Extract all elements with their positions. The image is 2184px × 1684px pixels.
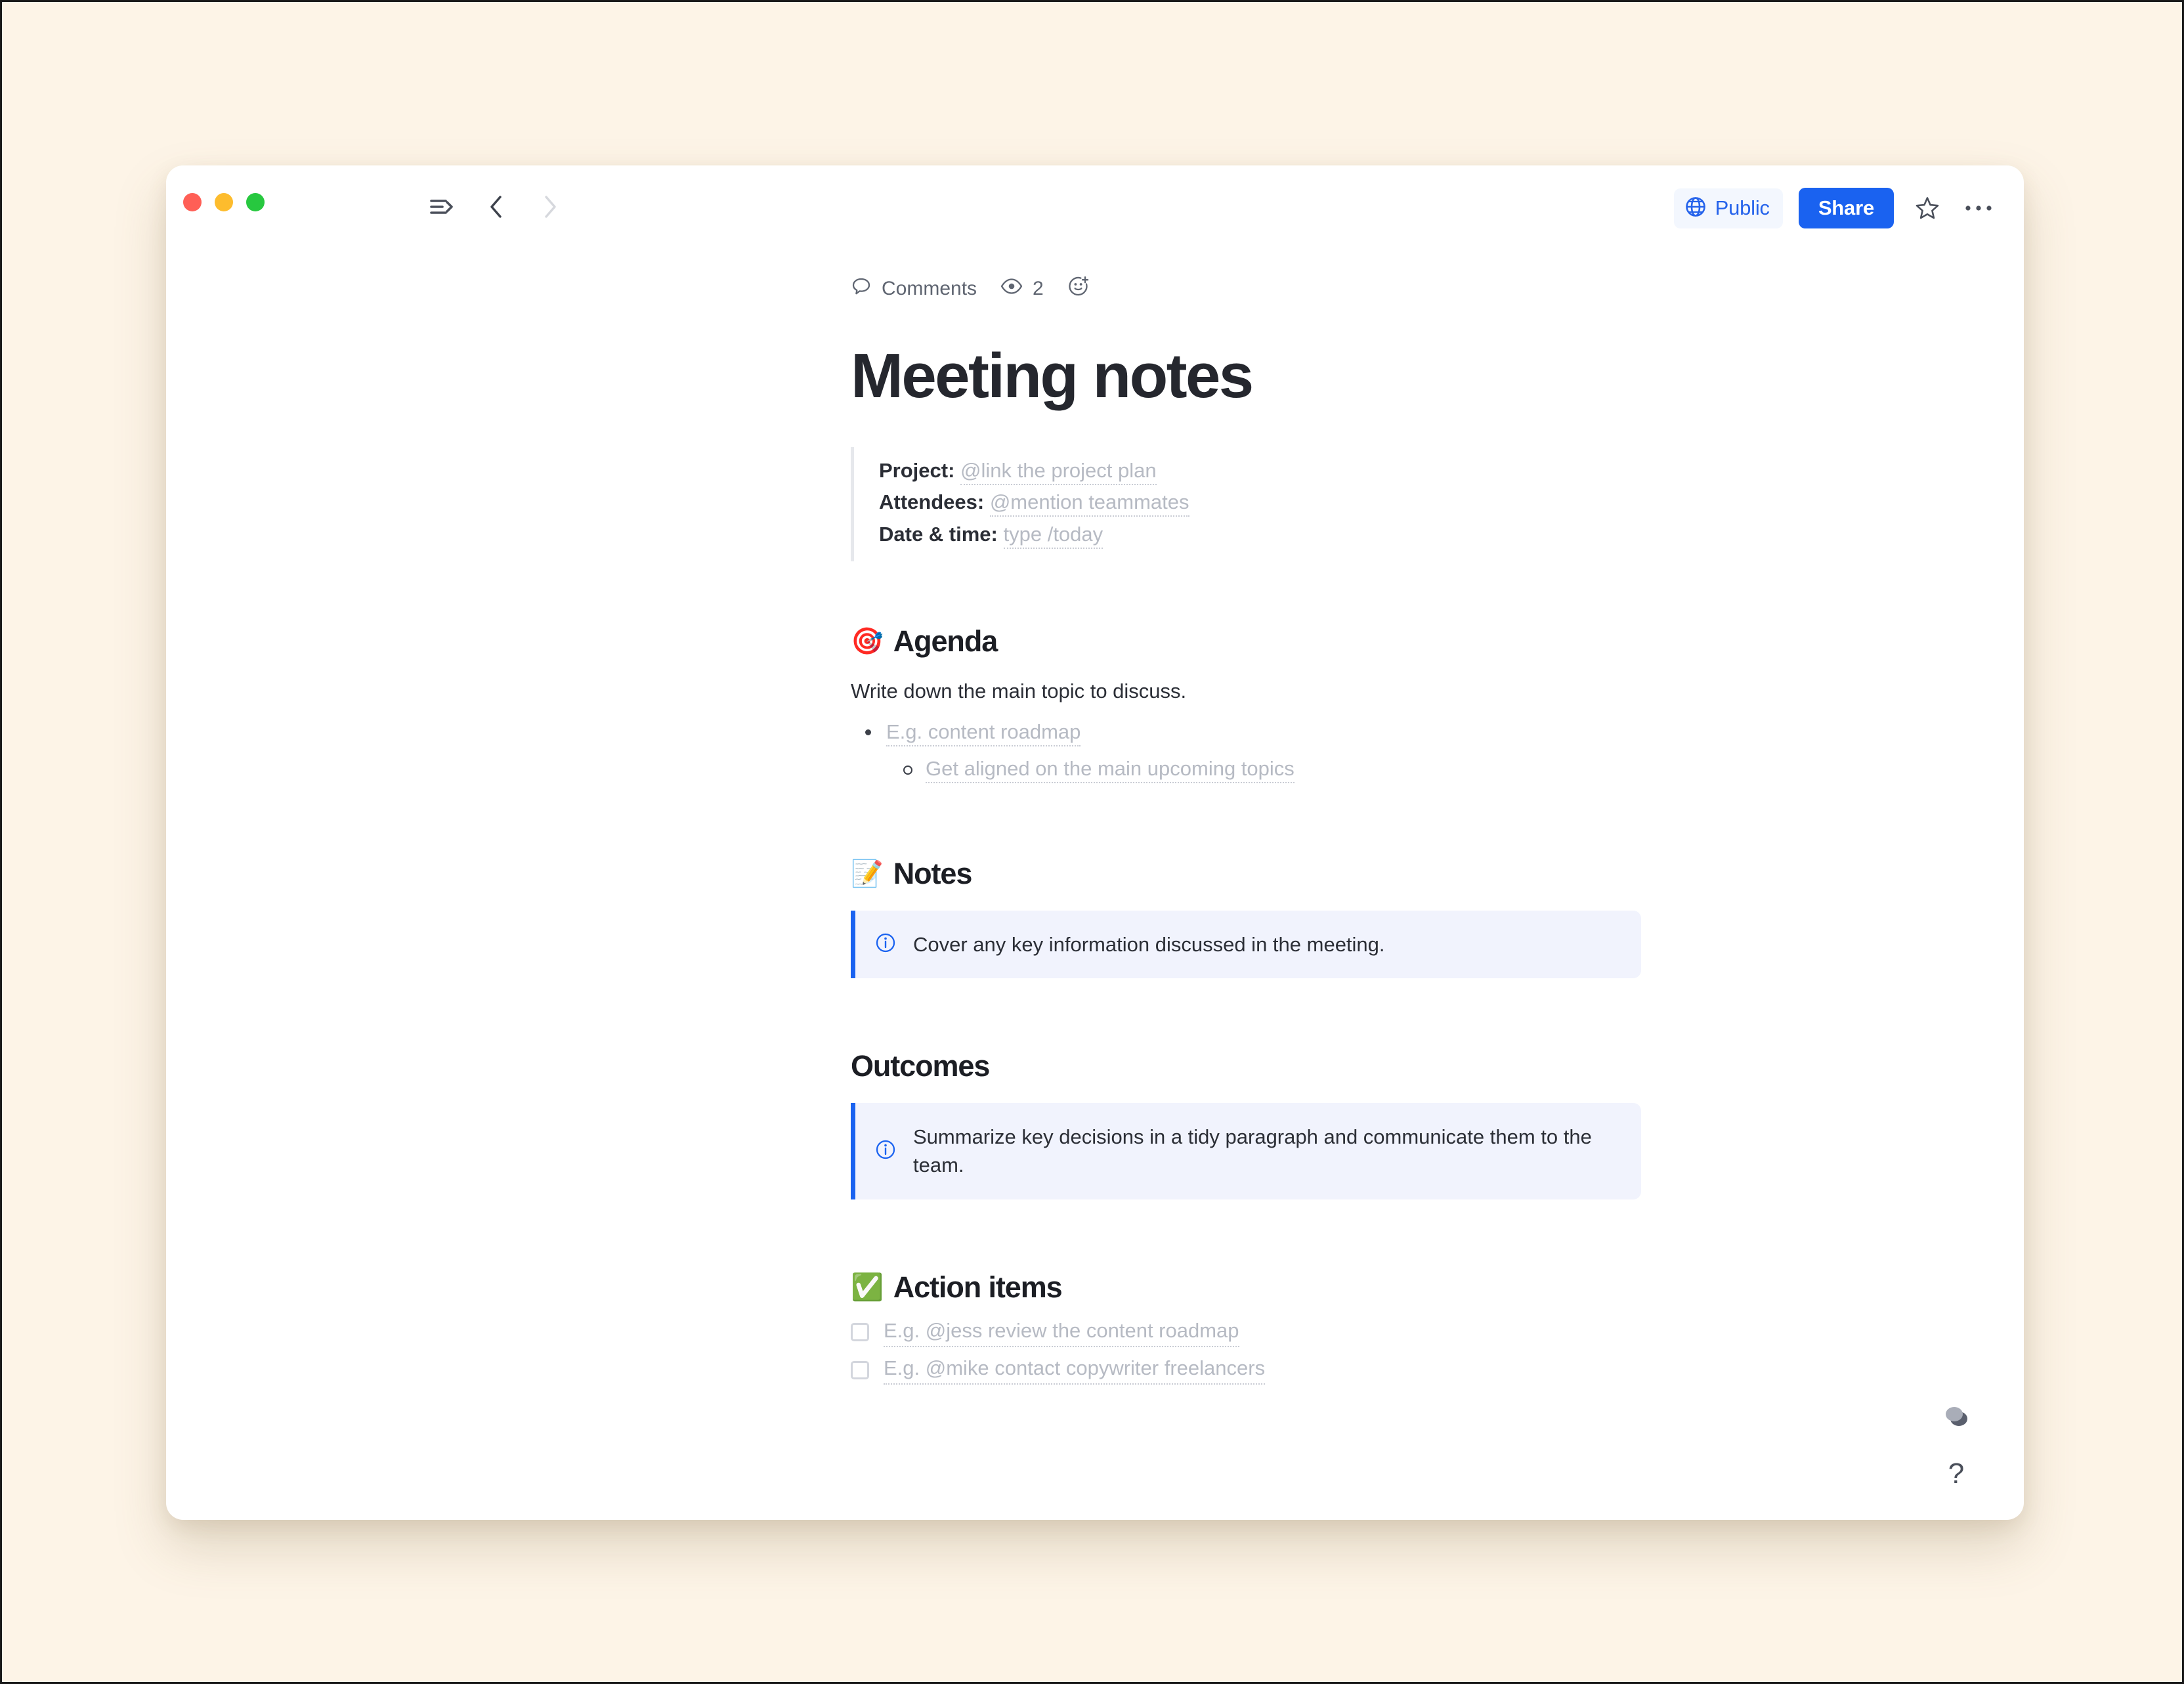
page-title[interactable]: Meeting notes	[851, 343, 1658, 409]
add-reaction-icon	[1067, 275, 1090, 303]
info-row-project[interactable]: Project: @link the project plan	[879, 455, 1658, 487]
section-outcomes: Outcomes Summarize key decisions in a ti…	[851, 1049, 1658, 1199]
heading-notes[interactable]: 📝 Notes	[851, 857, 1658, 891]
title-bar: Public Share	[166, 165, 2024, 243]
eye-icon	[1000, 278, 1023, 300]
navigation-controls	[427, 192, 565, 222]
memo-notepad-icon: 📝	[851, 859, 884, 888]
star-outline-icon[interactable]	[1910, 190, 1945, 226]
outcomes-callout[interactable]: Summarize key decisions in a tidy paragr…	[851, 1103, 1641, 1199]
outcomes-callout-text: Summarize key decisions in a tidy paragr…	[913, 1125, 1592, 1177]
help-button[interactable]: ?	[1948, 1459, 1964, 1488]
heading-notes-label: Notes	[893, 856, 973, 890]
visibility-label: Public	[1715, 196, 1770, 219]
share-button[interactable]: Share	[1798, 188, 1894, 228]
chevron-left-icon[interactable]	[481, 192, 511, 222]
info-placeholder-datetime[interactable]: type /today	[1003, 523, 1103, 550]
list-item[interactable]: E.g. @jess review the content roadmap	[851, 1318, 1658, 1348]
traffic-lights	[183, 193, 265, 211]
section-action-items: ✅ Action items E.g. @jess review the con…	[851, 1270, 1658, 1385]
checkbox-unchecked[interactable]	[851, 1323, 869, 1342]
chevron-right-icon[interactable]	[535, 192, 565, 222]
window-actions: Public Share	[1673, 188, 1996, 228]
action-items-list: E.g. @jess review the content roadmap E.…	[851, 1318, 1658, 1385]
list-item[interactable]: E.g. content roadmap	[851, 717, 1658, 748]
document-info-block: Project: @link the project plan Attendee…	[851, 446, 1658, 561]
ellipsis-icon[interactable]	[1961, 190, 1996, 226]
list-item[interactable]: Get aligned on the main upcoming topics	[851, 754, 1658, 785]
agenda-bullet-placeholder[interactable]: E.g. content roadmap	[886, 720, 1081, 746]
section-agenda: 🎯 Agenda Write down the main topic to di…	[851, 624, 1658, 785]
document-canvas: Comments 2 Meeting notes Project: @link …	[166, 243, 2024, 1520]
info-label-datetime: Date & time:	[879, 523, 998, 546]
minimize-window-button[interactable]	[215, 193, 233, 211]
dart-target-icon: 🎯	[851, 626, 884, 656]
info-placeholder-attendees[interactable]: @mention teammates	[989, 490, 1189, 517]
notes-callout[interactable]: Cover any key information discussed in t…	[851, 910, 1641, 979]
info-label-project: Project:	[879, 458, 955, 482]
heading-agenda[interactable]: 🎯 Agenda	[851, 624, 1658, 658]
comments-label: Comments	[882, 278, 977, 299]
views-indicator[interactable]: 2	[1000, 278, 1044, 300]
sidebar-expand-icon[interactable]	[427, 192, 458, 222]
info-placeholder-project[interactable]: @link the project plan	[960, 458, 1157, 485]
checkbox-unchecked[interactable]	[851, 1360, 869, 1379]
info-label-attendees: Attendees:	[879, 490, 985, 514]
section-notes: 📝 Notes Cover any key information discus…	[851, 857, 1658, 979]
agenda-bullet-list: E.g. content roadmap Get aligned on the …	[851, 717, 1658, 785]
action-item-placeholder[interactable]: E.g. @mike contact copywriter freelancer…	[884, 1355, 1266, 1385]
info-row-attendees[interactable]: Attendees: @mention teammates	[879, 486, 1658, 519]
heading-action-items[interactable]: ✅ Action items	[851, 1270, 1658, 1305]
notes-callout-text: Cover any key information discussed in t…	[913, 932, 1385, 956]
heading-action-items-label: Action items	[893, 1270, 1063, 1304]
add-reaction-button[interactable]	[1067, 275, 1090, 303]
info-row-datetime[interactable]: Date & time: type /today	[879, 519, 1658, 551]
app-window: Public Share Comments 2 Meeting notes Pr…	[166, 165, 2024, 1520]
agenda-body-text[interactable]: Write down the main topic to discuss.	[851, 677, 1658, 706]
corner-controls: ?	[1941, 1403, 1971, 1488]
comment-bubble-icon	[851, 276, 872, 302]
info-circle-icon	[875, 1139, 896, 1163]
document-meta-row: Comments 2	[851, 270, 1658, 307]
document-column: Comments 2 Meeting notes Project: @link …	[851, 243, 1658, 1385]
views-count: 2	[1033, 278, 1044, 299]
globe-icon	[1684, 196, 1707, 221]
heading-outcomes-label: Outcomes	[851, 1049, 990, 1083]
info-circle-icon	[875, 932, 896, 957]
maximize-window-button[interactable]	[246, 193, 265, 211]
layers-stack-icon[interactable]	[1941, 1403, 1971, 1429]
comments-button[interactable]: Comments	[851, 276, 977, 302]
heading-outcomes[interactable]: Outcomes	[851, 1049, 1658, 1083]
close-window-button[interactable]	[183, 193, 202, 211]
help-label: ?	[1948, 1457, 1965, 1490]
heading-agenda-label: Agenda	[893, 624, 998, 658]
visibility-button[interactable]: Public	[1673, 188, 1783, 228]
list-item[interactable]: E.g. @mike contact copywriter freelancer…	[851, 1355, 1658, 1385]
action-item-placeholder[interactable]: E.g. @jess review the content roadmap	[884, 1318, 1239, 1348]
check-mark-box-icon: ✅	[851, 1272, 884, 1302]
agenda-sub-bullet-placeholder[interactable]: Get aligned on the main upcoming topics	[926, 757, 1295, 784]
